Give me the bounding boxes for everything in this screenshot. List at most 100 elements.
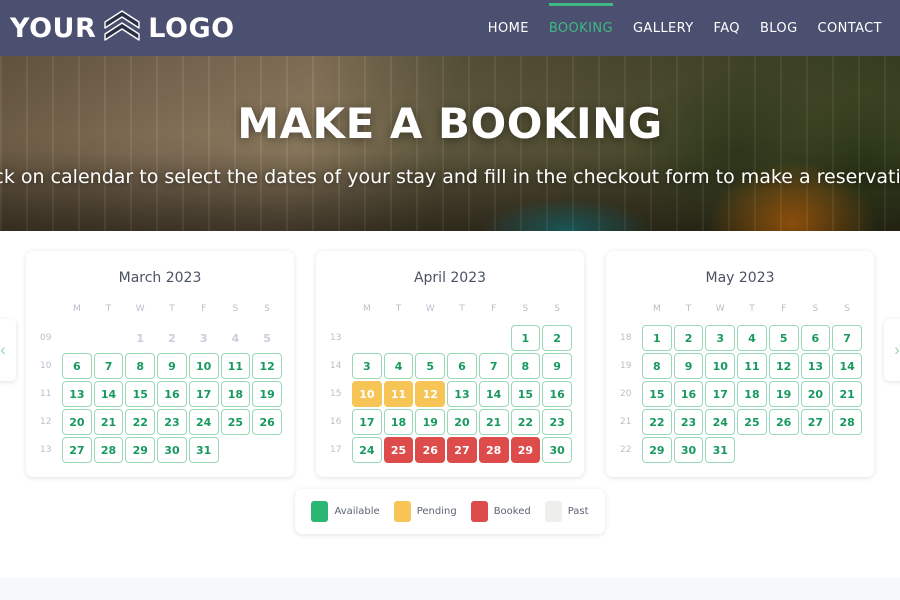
calendar-day-available[interactable]: 2 (673, 325, 704, 351)
nav-item-home[interactable]: HOME (488, 17, 529, 40)
calendar-day-available[interactable]: 27 (800, 409, 831, 435)
calendar-day-available[interactable]: 20 (447, 409, 477, 435)
calendar-day-available[interactable]: 28 (832, 409, 862, 435)
calendar-day-available[interactable]: 15 (642, 381, 672, 407)
calendar-day-available[interactable]: 19 (415, 409, 446, 435)
calendar-day-available[interactable]: 26 (252, 409, 282, 435)
calendar-day-available[interactable]: 21 (478, 409, 509, 435)
calendar-day-available[interactable]: 1 (510, 325, 541, 351)
calendar-day-available[interactable]: 22 (642, 409, 672, 435)
calendar-day-available[interactable]: 7 (832, 325, 862, 351)
calendar-day-pending[interactable]: 11 (383, 381, 414, 407)
calendar-day-available[interactable]: 29 (642, 437, 672, 463)
chevron-right-icon[interactable]: › (884, 319, 900, 381)
nav-item-contact[interactable]: CONTACT (818, 17, 882, 40)
calendar-day-pending[interactable]: 12 (415, 381, 446, 407)
calendar-day-available[interactable]: 18 (383, 409, 414, 435)
calendar-day-available[interactable]: 13 (447, 381, 477, 407)
calendar-day-empty (415, 325, 445, 351)
calendar-day-available[interactable]: 26 (768, 409, 799, 435)
calendar-day-available[interactable]: 17 (188, 381, 219, 407)
calendar-day-available[interactable]: 2 (542, 325, 572, 351)
calendar-week-row: 09 1 2 3 4 5 (38, 325, 282, 351)
calendar-day-available[interactable]: 7 (478, 353, 509, 379)
calendar-day-available[interactable]: 20 (800, 381, 831, 407)
calendar-day-available[interactable]: 13 (800, 353, 831, 379)
calendar-day-available[interactable]: 5 (415, 353, 446, 379)
calendar-day-available[interactable]: 22 (125, 409, 156, 435)
calendar-day-available[interactable]: 30 (157, 437, 187, 463)
calendar-day-available[interactable]: 3 (705, 325, 736, 351)
calendar-day-available[interactable]: 16 (157, 381, 187, 407)
calendar-day-available[interactable]: 18 (737, 381, 767, 407)
calendar-day-available[interactable]: 24 (188, 409, 219, 435)
calendar-day-available[interactable]: 4 (737, 325, 767, 351)
calendar-day-available[interactable]: 22 (510, 409, 541, 435)
calendar-day-available[interactable]: 8 (510, 353, 541, 379)
calendar-day-available[interactable]: 25 (220, 409, 251, 435)
calendar-day-available[interactable]: 16 (542, 381, 572, 407)
calendar-day-available[interactable]: 13 (62, 381, 92, 407)
calendar-day-available[interactable]: 15 (125, 381, 156, 407)
calendar-day-available[interactable]: 28 (93, 437, 124, 463)
calendar-day-available[interactable]: 24 (352, 437, 382, 463)
calendar-day-available[interactable]: 8 (125, 353, 156, 379)
site-logo[interactable]: YOUR LOGO (10, 8, 235, 48)
calendar-day-available[interactable]: 10 (705, 353, 736, 379)
calendar-day-available[interactable]: 23 (157, 409, 187, 435)
calendar-day-available[interactable]: 16 (673, 381, 704, 407)
calendar-day-available[interactable]: 12 (252, 353, 282, 379)
calendar-day-available[interactable]: 20 (62, 409, 92, 435)
calendar-day-available[interactable]: 3 (352, 353, 382, 379)
calendar-day-available[interactable]: 14 (478, 381, 509, 407)
calendar-day-available[interactable]: 19 (768, 381, 799, 407)
calendar-day-available[interactable]: 29 (125, 437, 156, 463)
calendar-day-available[interactable]: 21 (93, 409, 124, 435)
calendar-day-available[interactable]: 30 (673, 437, 704, 463)
calendar-day-available[interactable]: 9 (542, 353, 572, 379)
calendar-day-available[interactable]: 9 (673, 353, 704, 379)
nav-item-booking[interactable]: BOOKING (548, 2, 614, 40)
calendar-week-row: 12 20 21 22 23 24 25 26 (38, 409, 282, 435)
calendar-day-available[interactable]: 24 (705, 409, 736, 435)
calendar-day-available[interactable]: 31 (705, 437, 736, 463)
calendar-day-available[interactable]: 10 (188, 353, 219, 379)
calendar-day-available[interactable]: 23 (542, 409, 572, 435)
calendar-day-available[interactable]: 18 (220, 381, 251, 407)
calendar-day-available[interactable]: 11 (737, 353, 767, 379)
calendar-day-available[interactable]: 23 (673, 409, 704, 435)
calendar-day-available[interactable]: 31 (188, 437, 219, 463)
calendar-day-available[interactable]: 6 (800, 325, 831, 351)
week-number: 18 (620, 333, 632, 343)
calendar-day-available[interactable]: 6 (447, 353, 477, 379)
calendar-day-available[interactable]: 12 (768, 353, 799, 379)
calendar-day-available[interactable]: 21 (832, 381, 862, 407)
calendar-day-available[interactable]: 27 (62, 437, 92, 463)
calendar-day-available[interactable]: 14 (93, 381, 124, 407)
calendar-day-available[interactable]: 11 (220, 353, 251, 379)
calendar-day-available[interactable]: 4 (383, 353, 414, 379)
calendar-day-available[interactable]: 19 (252, 381, 282, 407)
calendar-week-row: 18 1 2 3 4 5 6 7 (618, 325, 862, 351)
calendar-day-available[interactable]: 17 (352, 409, 382, 435)
weekday-header: M (72, 304, 81, 314)
nav-item-gallery[interactable]: GALLERY (633, 17, 694, 40)
week-number: 10 (40, 361, 52, 371)
calendar-day-available[interactable]: 30 (542, 437, 572, 463)
calendar-day-empty (352, 325, 382, 351)
calendar-day-available[interactable]: 8 (642, 353, 672, 379)
nav-item-blog[interactable]: BLOG (760, 17, 798, 40)
calendar-day-available[interactable]: 15 (510, 381, 541, 407)
calendar-day-available[interactable]: 25 (737, 409, 767, 435)
calendar-week-row: 16 17 18 19 20 21 22 23 (328, 409, 572, 435)
calendar-day-available[interactable]: 17 (705, 381, 736, 407)
calendar-day-available[interactable]: 9 (157, 353, 187, 379)
calendar-day-available[interactable]: 1 (642, 325, 672, 351)
nav-item-faq[interactable]: FAQ (714, 17, 740, 40)
calendar-day-available[interactable]: 5 (768, 325, 799, 351)
calendar-day-pending[interactable]: 10 (352, 381, 382, 407)
calendar-day-available[interactable]: 7 (93, 353, 124, 379)
chevron-left-icon[interactable]: ‹ (0, 319, 16, 381)
calendar-day-available[interactable]: 14 (832, 353, 862, 379)
calendar-day-available[interactable]: 6 (62, 353, 92, 379)
